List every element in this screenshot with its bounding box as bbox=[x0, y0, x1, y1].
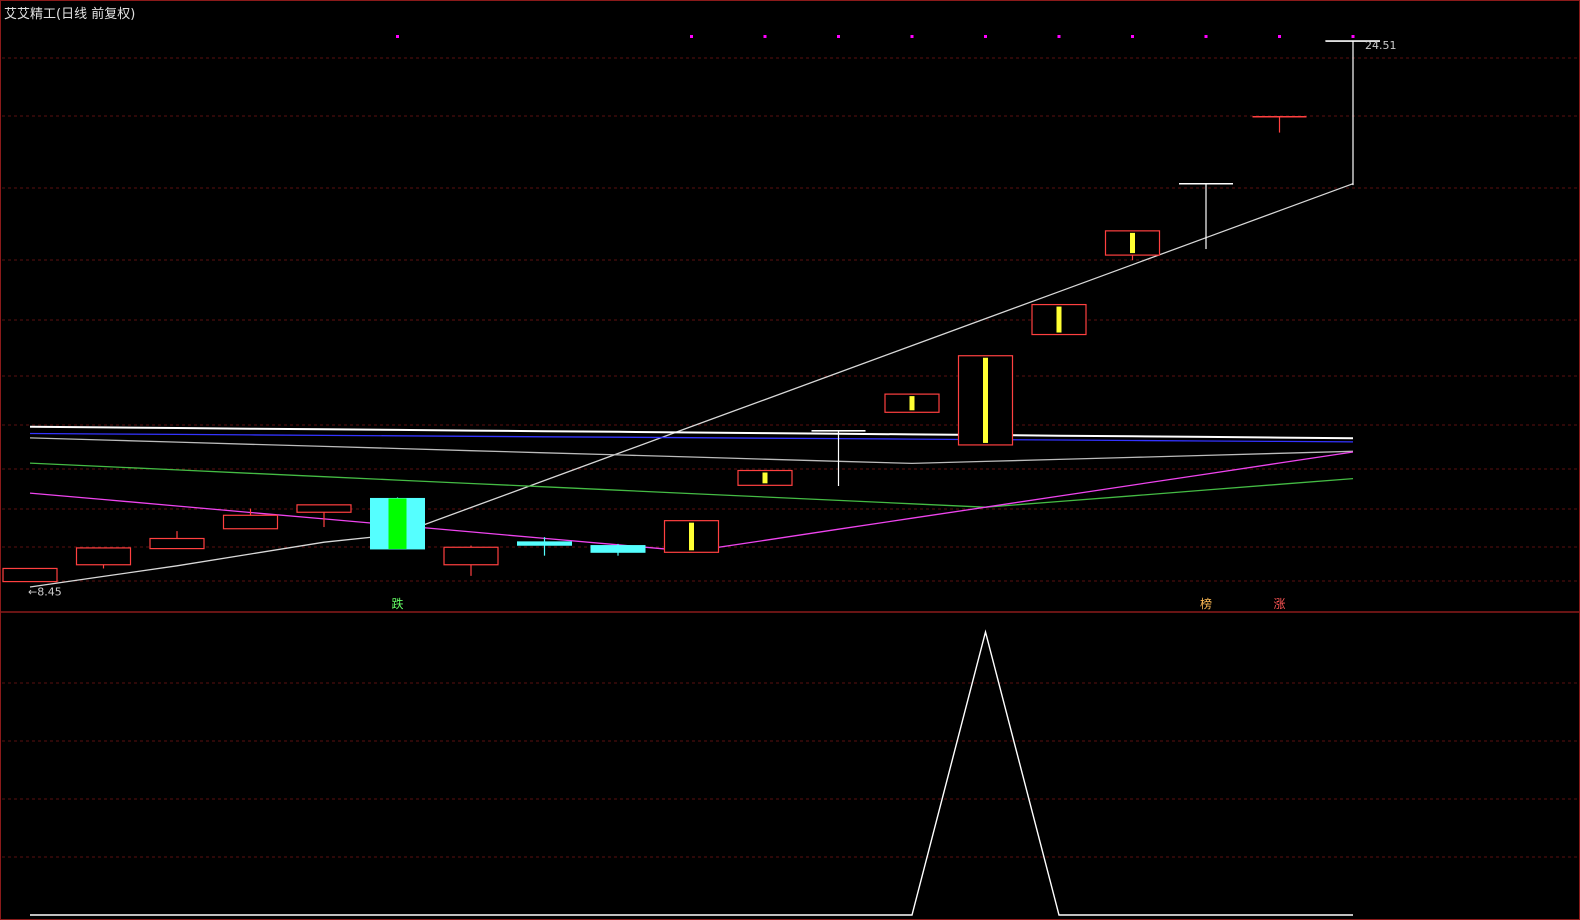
candle[interactable] bbox=[1252, 115, 1307, 133]
ma-line-1 bbox=[29, 425, 1354, 440]
candle-body bbox=[296, 504, 352, 513]
signal-bar bbox=[388, 498, 407, 549]
candle-body bbox=[517, 541, 572, 546]
candle[interactable] bbox=[957, 355, 1014, 446]
top-dot bbox=[1351, 35, 1355, 38]
signal-bar bbox=[909, 396, 915, 411]
candle[interactable] bbox=[1326, 40, 1380, 186]
ma-line-4 bbox=[29, 462, 1354, 508]
signal-label: 榜 bbox=[1200, 596, 1212, 611]
signal-labels: 跌榜涨 bbox=[391, 596, 1285, 611]
top-dot bbox=[837, 35, 840, 38]
top-dot bbox=[690, 35, 693, 38]
signal-bar bbox=[983, 357, 988, 443]
top-dot bbox=[763, 35, 767, 38]
candle-body bbox=[75, 547, 132, 566]
candle[interactable] bbox=[1104, 230, 1161, 261]
candle[interactable] bbox=[2, 567, 58, 583]
low-price-label: ←8.45 bbox=[28, 586, 62, 599]
indicator-panel bbox=[30, 629, 1353, 916]
grid-lines bbox=[2, 57, 1578, 858]
candle[interactable] bbox=[737, 469, 793, 486]
signal-label: 涨 bbox=[1273, 596, 1285, 611]
indicator-line bbox=[30, 629, 1353, 916]
price-labels: ←8.45 24.51 bbox=[28, 39, 1397, 599]
top-dot bbox=[910, 35, 914, 38]
candle-body bbox=[149, 537, 205, 550]
high-price-label: 24.51 bbox=[1365, 39, 1397, 52]
signal-label: 跌 bbox=[391, 596, 403, 611]
ma-line-3 bbox=[29, 437, 1354, 465]
signal-bar bbox=[1130, 232, 1135, 254]
top-dot bbox=[1204, 35, 1208, 38]
candle[interactable] bbox=[370, 497, 425, 550]
signal-bar bbox=[1056, 306, 1062, 333]
candlesticks[interactable] bbox=[2, 40, 1380, 583]
candle[interactable] bbox=[222, 508, 279, 530]
signal-bar bbox=[689, 522, 694, 551]
candle[interactable] bbox=[1031, 303, 1087, 336]
top-dot bbox=[1131, 35, 1134, 38]
kline-chart[interactable]: ←8.45 24.51 跌 榜 涨 bbox=[0, 0, 1580, 920]
candle-body bbox=[2, 567, 58, 583]
candle-body bbox=[222, 514, 279, 530]
top-dot bbox=[1057, 35, 1061, 38]
candle[interactable] bbox=[590, 543, 646, 556]
top-dot bbox=[1278, 35, 1281, 38]
candle[interactable] bbox=[296, 504, 352, 528]
candle[interactable] bbox=[443, 545, 499, 576]
candle[interactable] bbox=[75, 547, 132, 569]
top-signal-dots bbox=[396, 35, 1355, 38]
candle[interactable] bbox=[1179, 182, 1233, 250]
top-dot bbox=[396, 35, 399, 38]
signal-bar bbox=[762, 472, 768, 484]
top-dot bbox=[984, 35, 987, 38]
candle-body bbox=[590, 545, 646, 553]
candle[interactable] bbox=[884, 393, 940, 413]
candle[interactable] bbox=[663, 520, 720, 553]
candle[interactable] bbox=[149, 531, 205, 550]
candle-body bbox=[443, 546, 499, 566]
ma-line-2 bbox=[29, 432, 1354, 443]
